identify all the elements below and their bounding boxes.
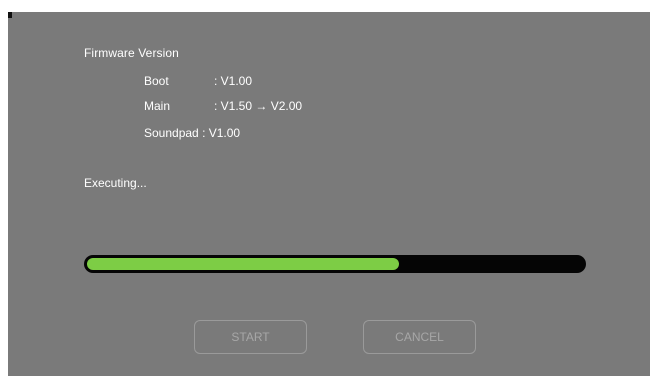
progress-bar [84, 255, 586, 273]
main-label: Main [144, 99, 171, 113]
soundpad-version: : V1.00 [198, 126, 241, 140]
firmware-update-screen: Firmware Version Boot : V1.00 Main : V1.50… [8, 12, 650, 376]
soundpad-label: Soundpad [144, 126, 199, 140]
status-text: Executing... [84, 176, 147, 190]
progress-bar-fill [87, 258, 399, 270]
firmware-version-title: Firmware Version [84, 46, 179, 60]
firmware-row-main: Main : V1.50 → V2.00 [144, 99, 302, 113]
corner-marker [8, 12, 12, 18]
boot-label: Boot [144, 74, 169, 88]
firmware-row-boot: Boot : V1.00 [144, 74, 252, 88]
boot-version: : V1.00 [214, 74, 253, 88]
main-version: : V1.50 → V2.00 [214, 99, 303, 113]
cancel-button[interactable]: CANCEL [363, 320, 476, 354]
start-button[interactable]: START [194, 320, 307, 354]
firmware-row-soundpad: Soundpad : V1.00 [144, 126, 240, 140]
